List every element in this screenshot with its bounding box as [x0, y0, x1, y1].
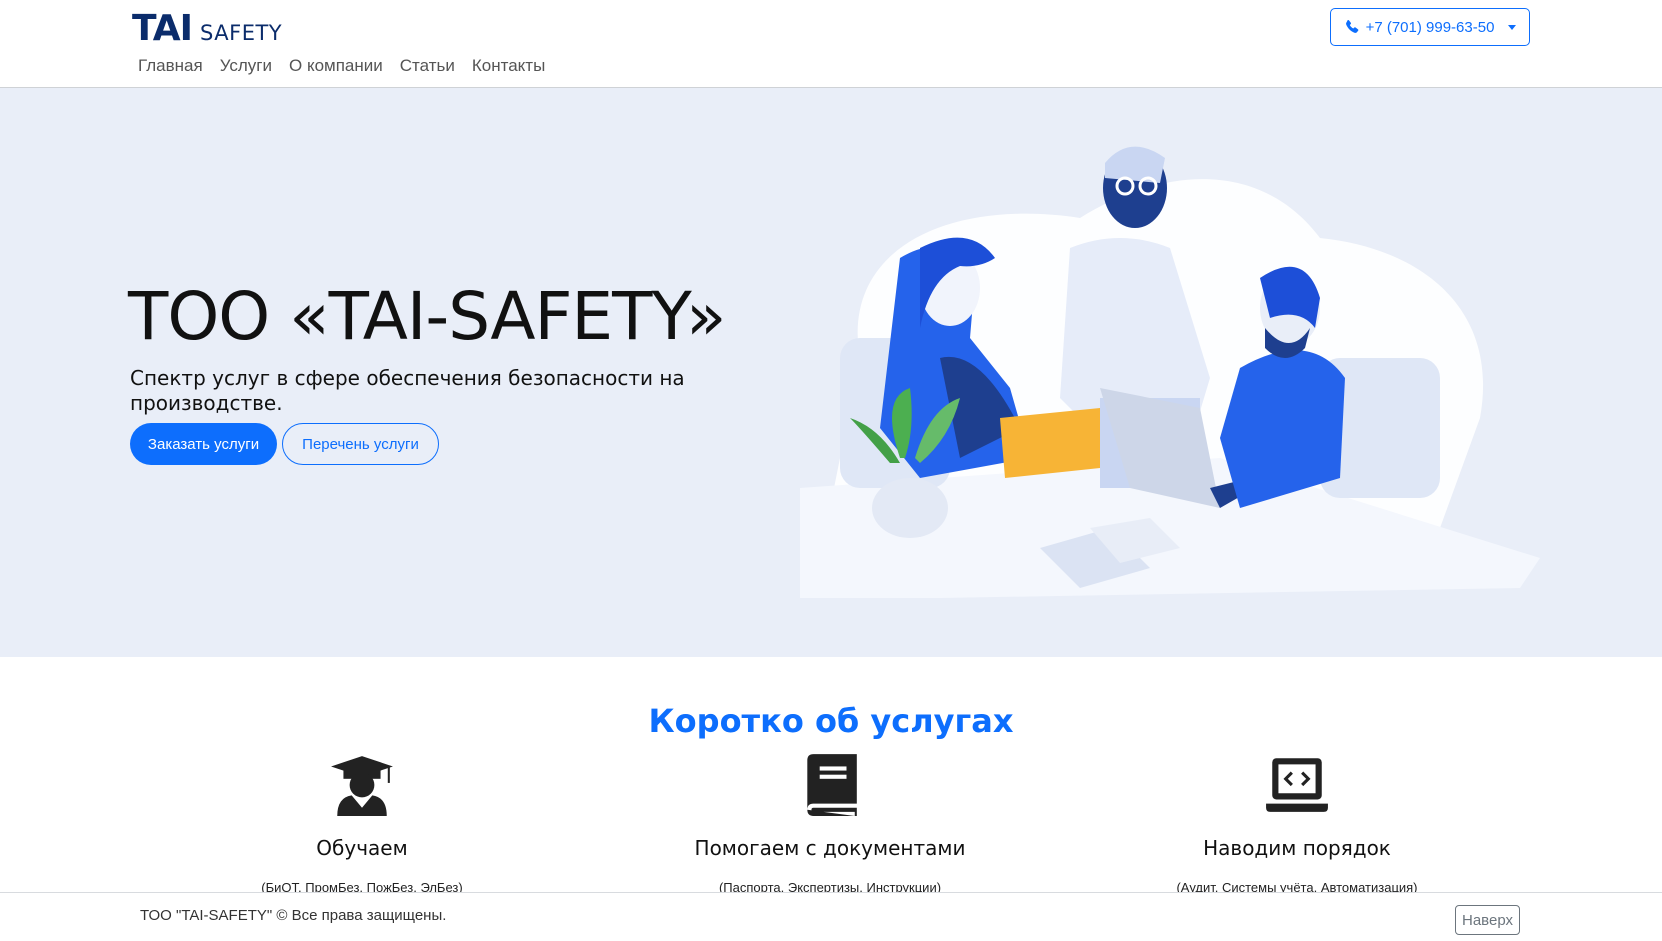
service-title-training: Обучаем [316, 836, 408, 860]
hero-section: ТОО «TAI-SAFETY» Спектр услуг в сфере об… [0, 88, 1662, 657]
service-card-training: Обучаем (БиОТ, ПромБез, ПожБез, ЭлБез) [132, 752, 592, 895]
nav-item-about[interactable]: О компании [289, 56, 383, 76]
laptop-code-icon [1266, 758, 1328, 812]
page: TAI SAFETY Главная Услуги О компании Ста… [0, 0, 1662, 941]
service-card-order: Наводим порядок (Аудит, Системы учёта, А… [1067, 752, 1527, 895]
hero-title: ТОО «TAI-SAFETY» [128, 278, 726, 355]
nav-item-services[interactable]: Услуги [220, 56, 272, 76]
back-to-top-button[interactable]: Наверх [1455, 905, 1520, 935]
site-footer: ТОО "TAI-SAFETY" © Все права защищены. Н… [0, 892, 1662, 941]
phone-icon [1345, 19, 1358, 33]
team-illustration [800, 146, 1540, 598]
service-card-documents: Помогаем с документами (Паспорта, Экспер… [600, 752, 1060, 895]
nav-item-home[interactable]: Главная [138, 56, 203, 76]
services-title: Коротко об услугах [648, 702, 1014, 740]
hero-subtitle: Спектр услуг в сфере обеспечения безопас… [130, 366, 685, 415]
caret-down-icon [1508, 24, 1517, 30]
phone-number: +7 (701) 999-63-50 [1365, 18, 1495, 36]
graduate-icon [331, 756, 393, 816]
services-list-button[interactable]: Перечень услуги [282, 423, 439, 465]
copyright-text: ТОО "TAI-SAFETY" © Все права защищены. [140, 907, 447, 924]
order-services-button[interactable]: Заказать услуги [130, 423, 277, 465]
site-header: TAI SAFETY Главная Услуги О компании Ста… [0, 0, 1662, 88]
logo-main: TAI [132, 8, 193, 49]
book-icon [807, 754, 857, 816]
nav-item-contacts[interactable]: Контакты [472, 56, 545, 76]
logo[interactable]: TAI SAFETY [132, 8, 282, 49]
service-title-order: Наводим порядок [1203, 836, 1391, 860]
main-nav: Главная Услуги О компании Статьи Контакт… [138, 56, 545, 76]
logo-sub: SAFETY [200, 21, 283, 45]
service-title-documents: Помогаем с документами [694, 836, 966, 860]
phone-dropdown-button[interactable]: +7 (701) 999-63-50 [1330, 8, 1530, 46]
nav-item-articles[interactable]: Статьи [400, 56, 455, 76]
